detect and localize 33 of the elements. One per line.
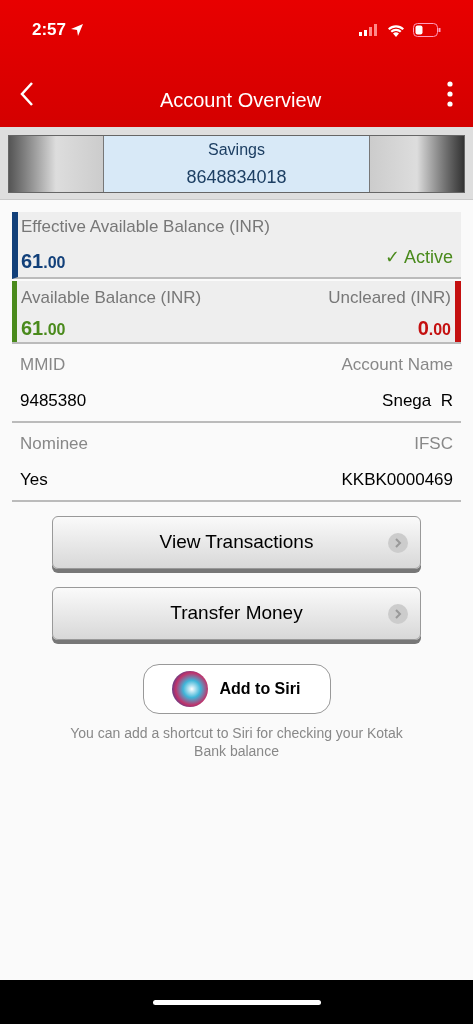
carousel-side[interactable] xyxy=(370,136,464,192)
siri-orb-icon xyxy=(171,671,208,707)
account-card[interactable]: Savings 8648834018 xyxy=(103,136,370,192)
balance-amount: 61.00 xyxy=(21,250,66,271)
detail-label: MMID xyxy=(20,354,66,376)
detail-value: KKBK0000469 xyxy=(341,468,453,491)
page-title: Account Overview xyxy=(158,87,323,113)
detail-value: 9485380 xyxy=(20,389,87,412)
balance-label: Available Balance (INR) xyxy=(21,286,203,309)
add-to-siri-button[interactable]: Add to Siri xyxy=(142,664,331,714)
balance-amount: 0.00 xyxy=(417,318,451,338)
detail-label: Nominee xyxy=(20,433,89,455)
status-time: 2:57 xyxy=(32,19,67,42)
balance-label: Uncleared (INR) xyxy=(328,286,451,309)
account-status: ✓ Active xyxy=(384,245,453,269)
battery-icon xyxy=(413,23,441,37)
account-number: 8648834018 xyxy=(186,165,287,189)
account-type: Savings xyxy=(208,139,265,160)
detail-value: Snega R xyxy=(382,389,453,412)
balance-amount: 61.00 xyxy=(21,318,67,338)
location-icon xyxy=(70,23,85,37)
carousel-side[interactable] xyxy=(9,136,103,192)
chevron-icon xyxy=(388,603,408,624)
wifi-icon xyxy=(387,23,405,37)
balance-label: Effective Available Balance (INR) xyxy=(21,216,271,238)
signal-icon xyxy=(359,24,379,36)
detail-label: Account Name xyxy=(341,354,453,376)
detail-label: IFSC xyxy=(414,433,453,455)
chevron-icon xyxy=(388,532,408,553)
more-icon[interactable] xyxy=(447,80,453,107)
detail-value: Yes xyxy=(20,468,48,491)
siri-note: You can add a shortcut to Siri for checking your Kotak Bank balance xyxy=(69,724,404,760)
back-icon[interactable] xyxy=(20,80,34,107)
